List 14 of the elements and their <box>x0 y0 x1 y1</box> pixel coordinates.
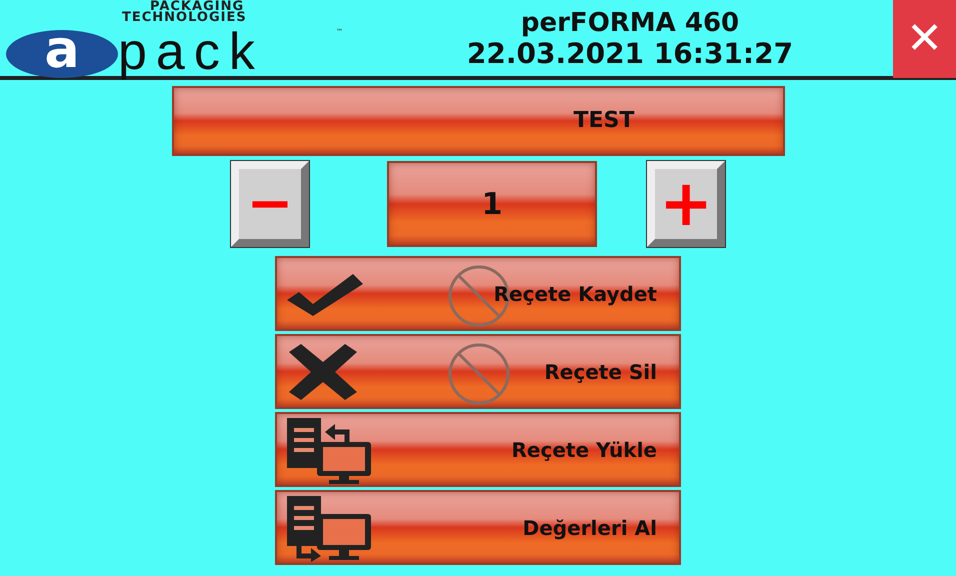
recipe-action-button[interactable]: Reçete Yükle <box>275 412 681 487</box>
recipe-name: TEST <box>172 86 784 156</box>
logo-text: TECHNOLOGIES <box>122 11 247 24</box>
close-button[interactable]: ✕ <box>893 0 956 78</box>
plus-icon: + <box>659 167 713 241</box>
minus-icon: − <box>246 171 294 236</box>
date-time: 22.03.2021 16:31:27 <box>466 38 794 70</box>
minus-button[interactable]: − <box>231 161 309 247</box>
machine-title: perFORMA 460 <box>520 8 740 38</box>
recipe-number: 1 <box>387 161 597 247</box>
logo-letter: a <box>6 30 118 78</box>
logo-text: pack <box>118 23 264 81</box>
plus-button[interactable]: + <box>647 161 725 247</box>
recipe-action-button[interactable]: Değerleri Al <box>275 490 681 565</box>
